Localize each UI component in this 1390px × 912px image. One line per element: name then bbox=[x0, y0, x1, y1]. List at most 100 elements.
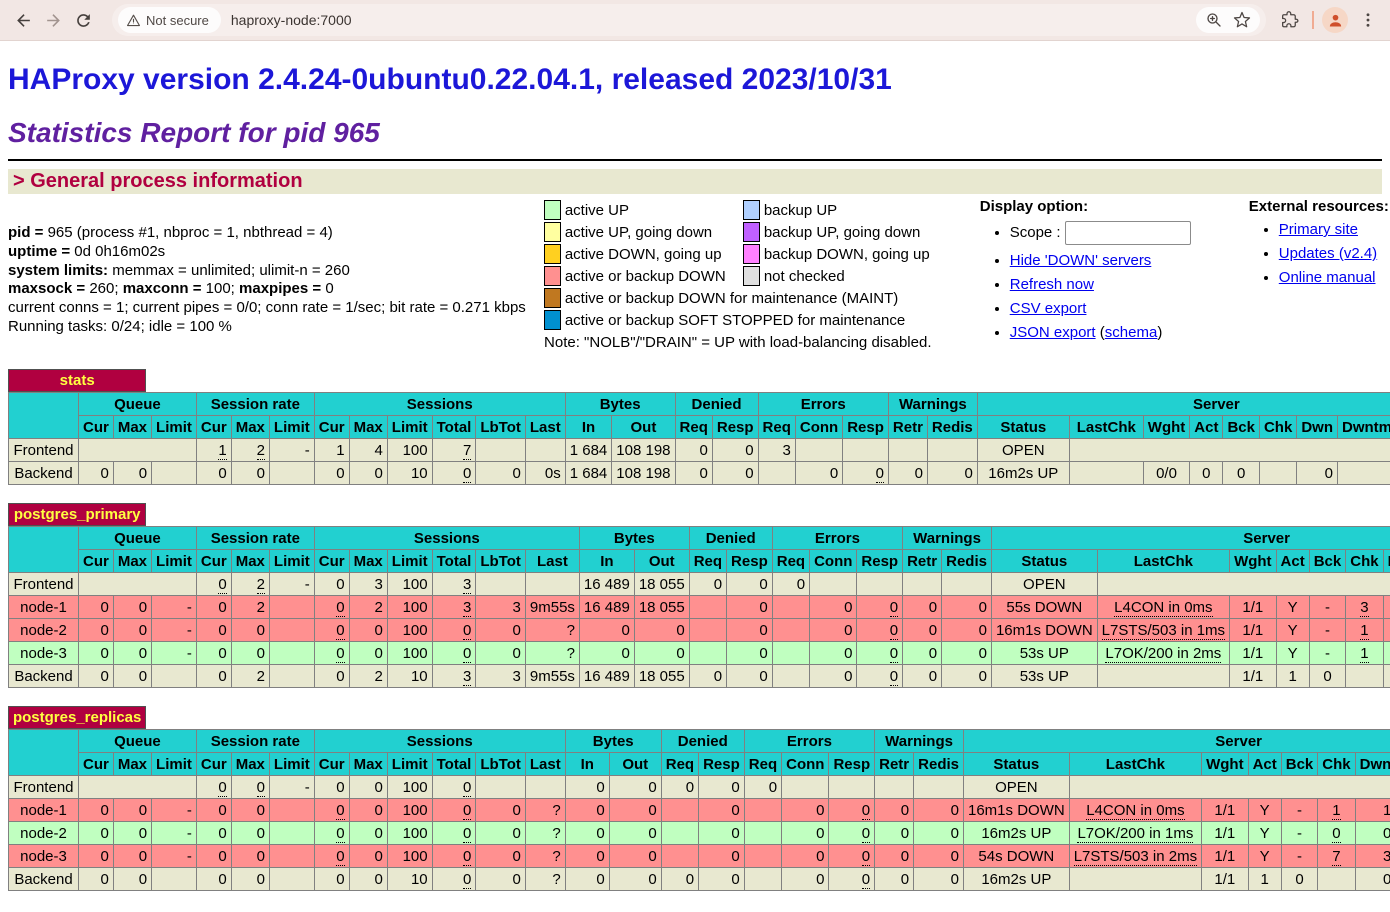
tooltip-value: 0 bbox=[336, 599, 344, 617]
bck-cell: - bbox=[1281, 799, 1318, 822]
address-bar[interactable]: Not secure haproxy-node:7000 bbox=[112, 4, 1266, 36]
queue-limit-cell bbox=[152, 462, 197, 485]
rate-max-cell: 0 bbox=[231, 642, 269, 665]
status-cell: 16m1s DOWN bbox=[964, 799, 1070, 822]
schema-link[interactable]: schema bbox=[1105, 324, 1158, 341]
bytes-out-cell: 18 055 bbox=[634, 573, 689, 596]
url-text[interactable]: haproxy-node:7000 bbox=[231, 12, 1196, 28]
group-header: Bytes bbox=[565, 730, 661, 753]
process-info: pid = 965 (process #1, nbproc = 1, nbthr… bbox=[8, 224, 526, 337]
bytes-in-cell: 0 bbox=[579, 642, 634, 665]
act-cell: Y bbox=[1248, 822, 1281, 845]
extensions-button[interactable] bbox=[1276, 6, 1304, 34]
proxy-name-link[interactable]: stats bbox=[60, 372, 95, 389]
rate-limit-cell bbox=[269, 665, 314, 688]
rate-cur-cell: 0 bbox=[196, 619, 231, 642]
col-header-chk: Chk bbox=[1259, 416, 1296, 439]
legend-label: active UP bbox=[563, 200, 741, 220]
tooltip-value: 1 bbox=[218, 442, 226, 460]
tooltip-value: 2 bbox=[257, 576, 265, 594]
sess-limit-cell: 100 bbox=[387, 799, 432, 822]
warnings-retr-cell bbox=[875, 776, 914, 799]
security-chip[interactable]: Not secure bbox=[118, 7, 221, 33]
display-option-item: Hide 'DOWN' servers bbox=[1010, 252, 1191, 269]
warnings-retr-cell bbox=[888, 439, 927, 462]
haproxy-home-link[interactable]: HAProxy version 2.4.24-0ubuntu0.22.04.1,… bbox=[8, 63, 892, 96]
denied-resp-cell: 0 bbox=[712, 462, 758, 485]
sess-max-cell: 2 bbox=[349, 596, 387, 619]
col-header-act: Act bbox=[1248, 753, 1281, 776]
external-resource-link-2[interactable]: Online manual bbox=[1279, 269, 1376, 286]
group-header: Server bbox=[964, 730, 1390, 753]
queue-cur-cell: 0 bbox=[79, 822, 114, 845]
proxy-name-link[interactable]: postgres_replicas bbox=[13, 709, 141, 726]
warnings-retr-cell: 0 bbox=[903, 642, 942, 665]
process-info-line: uptime = 0d 0h16m02s bbox=[8, 243, 526, 262]
menu-button[interactable] bbox=[1354, 6, 1382, 34]
rate-cur-cell: 0 bbox=[196, 822, 231, 845]
errors-req-cell bbox=[772, 665, 809, 688]
display-option-link-1[interactable]: Refresh now bbox=[1010, 276, 1094, 293]
tooltip-value: 0 bbox=[463, 825, 471, 843]
external-resource-link-1[interactable]: Updates (v2.4) bbox=[1279, 245, 1377, 262]
reload-button[interactable] bbox=[68, 5, 98, 35]
col-header-denied-req: Req bbox=[675, 416, 712, 439]
external-resource-link-0[interactable]: Primary site bbox=[1279, 221, 1358, 238]
col-header-queue-max: Max bbox=[113, 416, 151, 439]
errors-resp-cell: 0 bbox=[857, 619, 903, 642]
json-export-link[interactable]: JSON export bbox=[1010, 324, 1096, 341]
rate-limit-cell bbox=[269, 642, 314, 665]
queue-limit-cell: - bbox=[152, 822, 197, 845]
display-option-link-0[interactable]: Hide 'DOWN' servers bbox=[1010, 252, 1152, 269]
status-cell: 53s UP bbox=[991, 642, 1097, 665]
bytes-in-cell: 16 489 bbox=[579, 665, 634, 688]
col-header-errors-conn: Conn bbox=[810, 550, 857, 573]
display-option-link-2[interactable]: CSV export bbox=[1010, 300, 1087, 317]
legend-label: backup UP, going down bbox=[762, 222, 932, 242]
zoom-button[interactable] bbox=[1200, 6, 1228, 34]
server-empty bbox=[1097, 573, 1390, 596]
sess-cur-cell: 0 bbox=[314, 868, 349, 891]
extensions-puzzle-icon bbox=[1281, 11, 1299, 29]
denied-req-cell: 0 bbox=[675, 439, 712, 462]
legend-color-swatch bbox=[544, 288, 561, 308]
proxy-name-link[interactable]: postgres_primary bbox=[14, 506, 141, 523]
col-header-rate-limit: Limit bbox=[269, 753, 314, 776]
wght-cell: 1/1 bbox=[1230, 619, 1276, 642]
bytes-in-cell: 0 bbox=[565, 799, 609, 822]
errors-resp-cell bbox=[857, 573, 903, 596]
errors-resp-cell bbox=[843, 439, 889, 462]
legend-label: not checked bbox=[762, 266, 932, 286]
warnings-redis-cell bbox=[927, 439, 977, 462]
lbtot-cell: 0 bbox=[476, 822, 526, 845]
back-button[interactable] bbox=[8, 5, 38, 35]
bookmark-button[interactable] bbox=[1228, 6, 1256, 34]
legend: active UPbackup UPactive UP, going downb… bbox=[542, 198, 934, 351]
errors-req-cell bbox=[744, 799, 781, 822]
sess-limit-cell: 10 bbox=[387, 462, 432, 485]
errors-conn-cell: 0 bbox=[810, 665, 857, 688]
scope-input[interactable] bbox=[1065, 221, 1191, 245]
rate-limit-cell bbox=[269, 845, 314, 868]
corner-header bbox=[9, 730, 79, 776]
errors-resp-cell: 0 bbox=[857, 596, 903, 619]
tooltip-value: 0 bbox=[463, 465, 471, 483]
lbtot-cell: 0 bbox=[476, 462, 526, 485]
tooltip-value: L7OK/200 in 2ms bbox=[1105, 645, 1221, 663]
warnings-redis-cell: 0 bbox=[914, 822, 964, 845]
warnings-redis-cell: 0 bbox=[942, 665, 992, 688]
lbtot-cell bbox=[476, 439, 526, 462]
errors-req-cell bbox=[772, 619, 809, 642]
col-header-sess-cur: Cur bbox=[314, 416, 349, 439]
lastchk-cell: L4CON in 0ms bbox=[1097, 596, 1229, 619]
col-header-bck: Bck bbox=[1223, 416, 1260, 439]
last-cell bbox=[525, 439, 565, 462]
table-row-backend: Backend00020210339m55s16 48918 055000000… bbox=[9, 665, 1390, 688]
status-cell: 16m2s UP bbox=[977, 462, 1069, 485]
forward-button[interactable] bbox=[38, 5, 68, 35]
table-row-node-3: node-300-000010000?000000054s DOWNL7STS/… bbox=[9, 845, 1390, 868]
queue-limit-cell bbox=[152, 868, 197, 891]
lastchk-cell: L4CON in 0ms bbox=[1069, 799, 1201, 822]
profile-button[interactable] bbox=[1322, 7, 1348, 33]
wght-cell: 1/1 bbox=[1230, 665, 1276, 688]
